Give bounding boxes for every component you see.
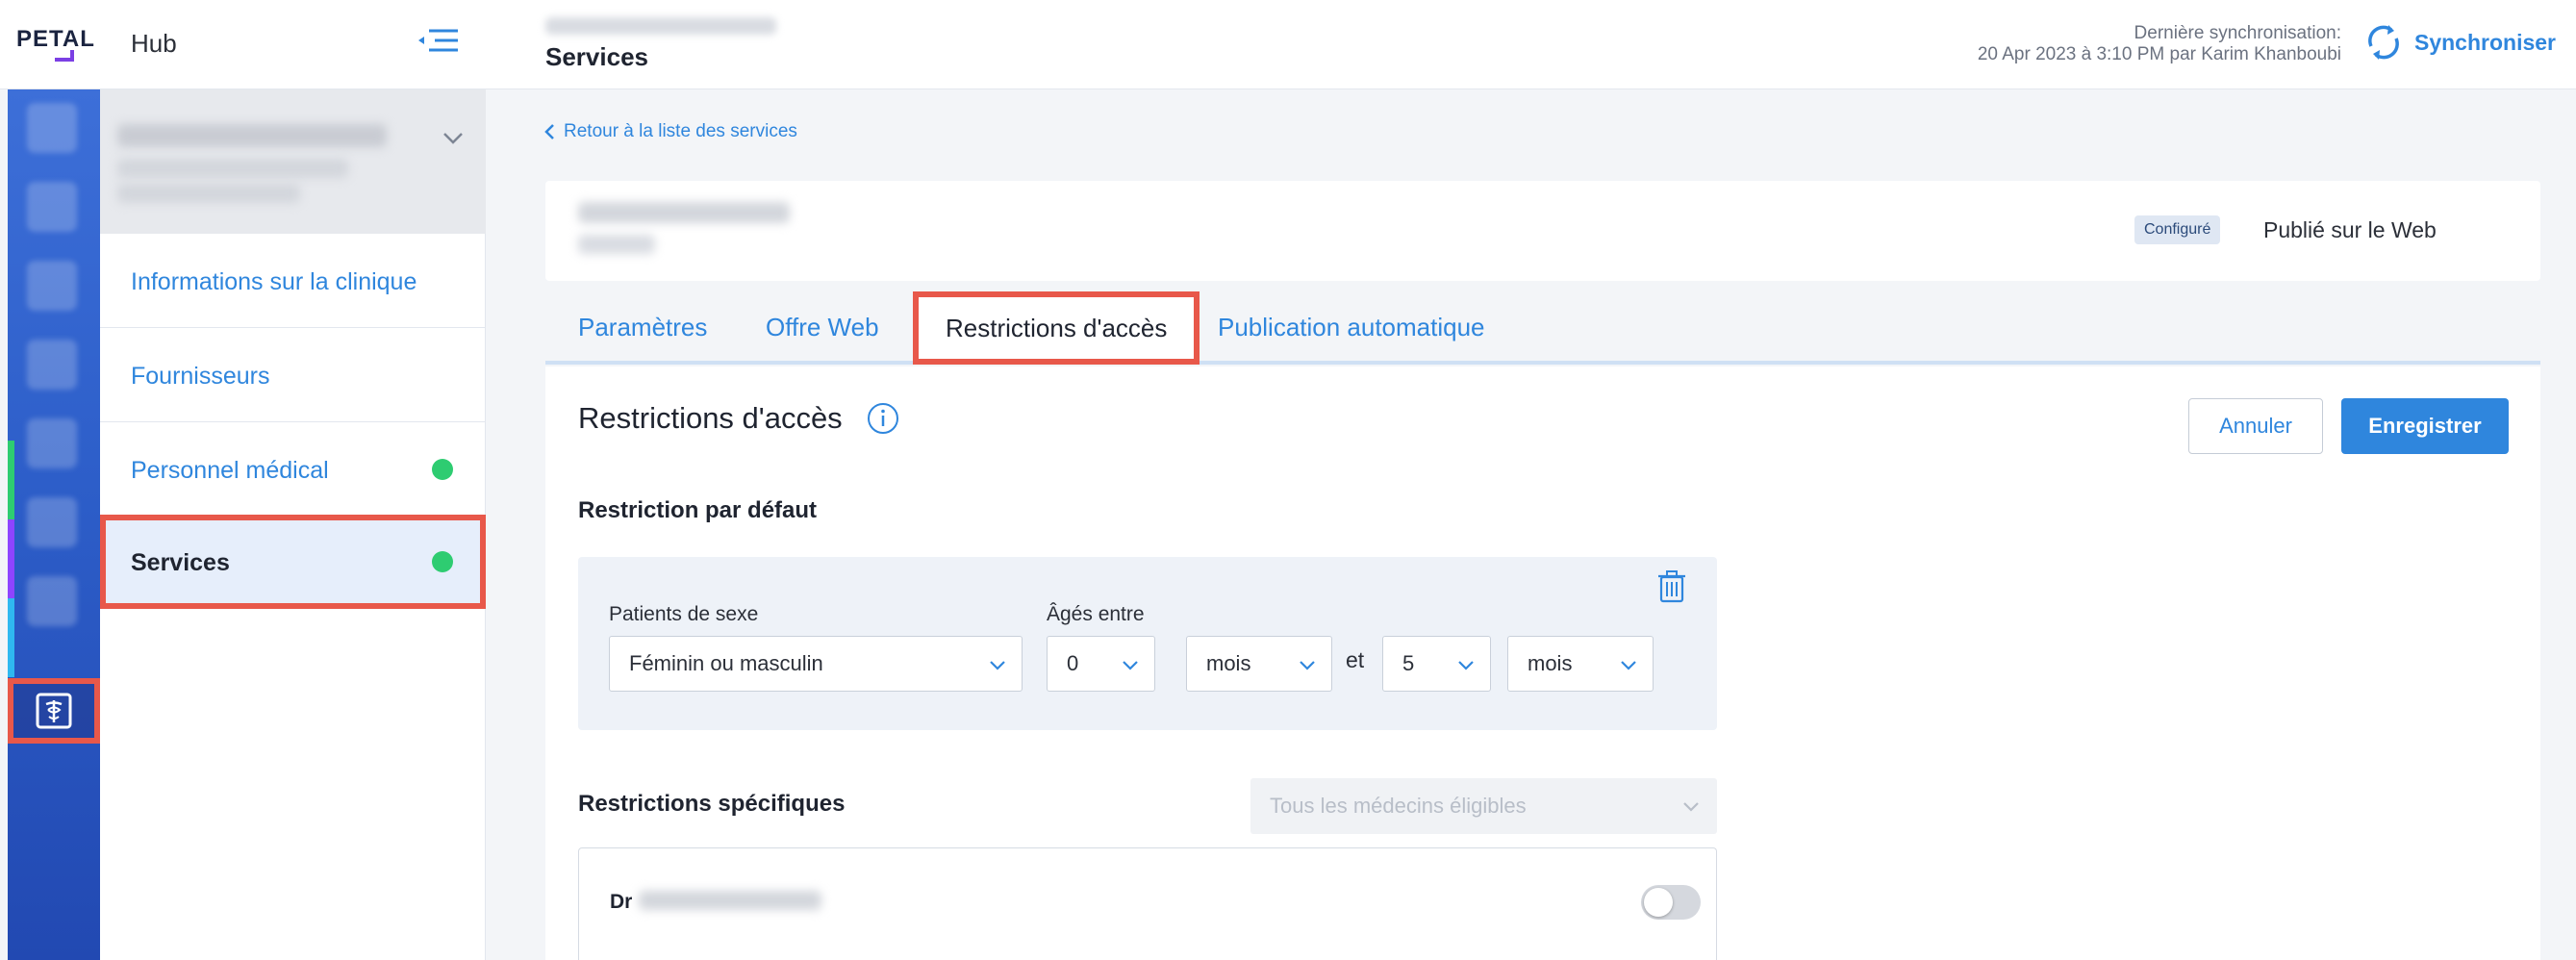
chevron-down-icon <box>1621 661 1636 670</box>
hub-title: Hub <box>131 29 177 58</box>
clinic-name <box>117 124 387 147</box>
doctor-prefix: Dr <box>610 891 633 913</box>
specific-restrictions-title: Restrictions spécifiques <box>578 791 846 817</box>
chevron-down-icon <box>990 661 1005 670</box>
trash-icon[interactable] <box>1655 568 1688 603</box>
info-icon[interactable] <box>866 401 900 436</box>
rail-accent-green <box>8 441 14 519</box>
access-restrictions-panel: Restrictions d'accès Annuler Enregistrer… <box>545 366 2540 960</box>
clinic-address-line2 <box>117 184 300 203</box>
chevron-down-icon <box>443 133 463 144</box>
panel-title: Restrictions d'accès <box>578 401 843 435</box>
rail-item[interactable] <box>27 418 77 468</box>
rail-item[interactable] <box>27 340 77 390</box>
service-header-card: Configuré Publié sur le Web <box>545 181 2540 281</box>
last-sync-label: Dernière synchronisation: <box>2134 23 2341 43</box>
age-max-unit-value: mois <box>1528 651 1573 675</box>
rail-item[interactable] <box>27 182 77 232</box>
save-button[interactable]: Enregistrer <box>2341 398 2509 454</box>
medical-caduceus-icon <box>36 693 72 729</box>
rail-item-services[interactable] <box>8 678 100 744</box>
status-dot <box>432 459 453 480</box>
sex-select[interactable]: Féminin ou masculin <box>609 636 1023 692</box>
service-name <box>578 202 790 223</box>
breadcrumb <box>545 17 776 35</box>
sidebar-item-label: Services <box>131 549 230 576</box>
sidebar-item-clinic-info[interactable]: Informations sur la clinique <box>100 234 486 328</box>
clinic-address <box>117 159 348 178</box>
tab-auto-publication[interactable]: Publication automatique <box>1218 293 1485 361</box>
rail-item[interactable] <box>27 261 77 311</box>
back-to-services-link[interactable]: Retour à la liste des services <box>543 121 797 142</box>
default-restriction-box: Patients de sexe Âgés entre Féminin ou m… <box>578 557 1717 730</box>
last-sync-details: 20 Apr 2023 à 3:10 PM par Karim Khanboub… <box>1977 44 2341 64</box>
section-sidebar: Informations sur la clinique Fournisseur… <box>100 89 486 960</box>
chevron-left-icon <box>544 124 554 139</box>
sex-select-value: Féminin ou masculin <box>629 651 823 675</box>
status-badge: Configuré <box>2134 215 2221 244</box>
and-label: et <box>1346 647 1365 672</box>
tab-access-restrictions[interactable]: Restrictions d'accès <box>913 291 1200 365</box>
default-restriction-title: Restriction par défaut <box>578 497 818 523</box>
chevron-down-icon <box>1683 802 1699 812</box>
sidebar-item-label: Personnel médical <box>131 457 329 484</box>
rail-accent-purple <box>8 519 14 598</box>
age-max-select[interactable]: 5 <box>1382 636 1491 692</box>
service-subtitle <box>578 235 655 254</box>
last-sync-info: Dernière synchronisation: 20 Apr 2023 à … <box>1978 23 2341 65</box>
doctors-select[interactable]: Tous les médecins éligibles <box>1250 778 1717 834</box>
age-label: Âgés entre <box>1047 603 1145 625</box>
sidebar-item-medical-staff[interactable]: Personnel médical <box>100 422 486 517</box>
collapse-menu-icon <box>418 29 458 52</box>
sidebar-item-label: Informations sur la clinique <box>131 268 417 295</box>
age-max-unit-select[interactable]: mois <box>1507 636 1654 692</box>
doctor-restriction-row: Dr <box>578 847 1717 960</box>
sidebar-item-services[interactable]: Services <box>100 515 486 609</box>
app-icon-rail <box>8 89 100 960</box>
age-min-unit-value: mois <box>1206 651 1251 675</box>
doctors-select-placeholder: Tous les médecins éligibles <box>1270 794 1527 818</box>
doctor-restriction-toggle[interactable] <box>1641 885 1701 920</box>
sync-button-label: Synchroniser <box>2414 29 2556 55</box>
top-bar: PETAL Hub Services Dernière synchronisat… <box>0 0 2576 89</box>
rail-accent-cyan <box>8 598 14 677</box>
rail-item[interactable] <box>27 103 77 153</box>
sidebar-item-providers[interactable]: Fournisseurs <box>100 328 486 422</box>
back-link-label: Retour à la liste des services <box>564 121 797 141</box>
sidebar-item-label: Fournisseurs <box>131 363 270 390</box>
clinic-selector[interactable] <box>100 89 486 234</box>
chevron-down-icon <box>1458 661 1474 670</box>
rail-item[interactable] <box>27 497 77 547</box>
petal-logo: PETAL <box>16 26 95 52</box>
page-title: Services <box>545 42 648 71</box>
service-tabs: Paramètres Offre Web Restrictions d'accè… <box>545 291 2540 365</box>
tab-web-offer[interactable]: Offre Web <box>766 293 879 361</box>
doctor-name <box>639 891 821 910</box>
age-max-value: 5 <box>1402 651 1415 675</box>
age-min-value: 0 <box>1067 651 1079 675</box>
chevron-down-icon <box>1123 661 1138 670</box>
age-min-select[interactable]: 0 <box>1047 636 1155 692</box>
toggle-knob <box>1644 888 1673 917</box>
sex-label: Patients de sexe <box>609 603 759 625</box>
logo-mark <box>55 50 74 62</box>
cancel-button[interactable]: Annuler <box>2188 398 2323 454</box>
chevron-down-icon <box>1300 661 1315 670</box>
sync-button[interactable]: Synchroniser <box>2362 19 2556 65</box>
sync-icon <box>2368 25 2399 60</box>
tab-parameters[interactable]: Paramètres <box>578 293 707 361</box>
collapse-menu-button[interactable] <box>416 25 462 60</box>
age-min-unit-select[interactable]: mois <box>1186 636 1332 692</box>
rail-item[interactable] <box>27 576 77 626</box>
status-dot <box>432 551 453 572</box>
published-label: Publié sur le Web <box>2263 217 2437 242</box>
